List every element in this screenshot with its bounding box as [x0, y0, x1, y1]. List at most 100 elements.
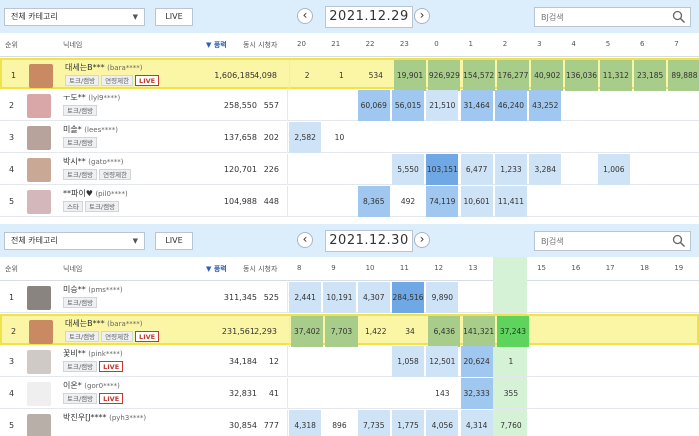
- bj-nickname[interactable]: 꽃비** (pink****): [63, 348, 123, 359]
- hour-cell: 1,233: [494, 154, 528, 185]
- table-row[interactable]: 1 미승** (pms****) 토크/캠방 311,345 525 2,441 10,19…: [0, 282, 699, 313]
- table-row[interactable]: 1 대세는B*** (bara****) 토크/캠방 연령제한 LIVE 1,606,18…: [0, 58, 699, 91]
- hour-cell: 103,151: [426, 154, 459, 185]
- category-dropdown[interactable]: 전체 카테고리 ▼: [4, 232, 145, 250]
- header-total-sort[interactable]: ▼ 풍력: [206, 40, 227, 50]
- hour-cell: 34: [405, 327, 415, 336]
- avatar[interactable]: [29, 64, 53, 88]
- hour-cell: [563, 346, 595, 377]
- search-icon[interactable]: [672, 10, 686, 24]
- chevron-right-icon: ›: [419, 232, 425, 246]
- category-tag: 토크/캠방: [65, 331, 100, 342]
- live-filter-button[interactable]: LIVE: [155, 232, 193, 250]
- table-row[interactable]: 5 박진우[J**** (pyh3****) 30,854 777 4,318 896 7,…: [0, 410, 699, 436]
- avatar[interactable]: [27, 414, 51, 436]
- table-row[interactable]: 2 대세는B*** (bara****) 토크/캠방 연령제한 LIVE 231,561 2…: [0, 314, 699, 347]
- bj-nickname[interactable]: 대세는B*** (bara****): [65, 318, 143, 329]
- avatar[interactable]: [27, 94, 51, 118]
- hourly-cells: 2,441 10,191 4,307 284,516 9,890: [287, 282, 699, 313]
- bj-id: (pms****): [88, 286, 123, 294]
- avatar[interactable]: [27, 286, 51, 310]
- rank-number: 2: [11, 327, 17, 336]
- bj-name: **파이♥: [63, 189, 93, 198]
- table-row[interactable]: 3 미솔* (lees****) 토크/캠방 137,658 202 2,582 10: [0, 122, 699, 153]
- hourly-cells: 2 1 534 19,901 926,929 154,572 176,277 40,902 13…: [289, 60, 699, 91]
- avatar[interactable]: [27, 158, 51, 182]
- bj-nickname[interactable]: ㅜ도** (lyl9****): [63, 92, 120, 103]
- hour-cell: 11,312: [599, 60, 632, 91]
- table-row[interactable]: 4 박시** (gato****) 토크/캠방 연령제한 120,701 226 5,550…: [0, 154, 699, 185]
- avatar[interactable]: [27, 126, 51, 150]
- hour-cell: 136,036: [565, 60, 598, 91]
- hourly-cells: 37,402 7,703 1,422 34 6,436 141,321 37,243: [289, 316, 699, 347]
- hour-cell: 60,069: [357, 90, 390, 121]
- bj-id: (gato****): [88, 158, 124, 166]
- hour-cell: [666, 346, 698, 377]
- rank-number: 4: [9, 165, 15, 174]
- hour-cell: 37,402: [291, 316, 324, 347]
- hour-cell: [426, 122, 458, 153]
- avatar[interactable]: [29, 320, 53, 344]
- header-total-sort[interactable]: ▼ 풍력: [206, 264, 227, 274]
- search-icon[interactable]: [672, 234, 686, 248]
- table-row[interactable]: 5 **파이♥ (pil0****) 스타 토크/캠방 104,988 448 8,365 4…: [0, 186, 699, 217]
- hour-cell: [598, 346, 630, 377]
- avatar[interactable]: [27, 382, 51, 406]
- total-value: 258,550: [223, 101, 257, 110]
- category-dropdown[interactable]: 전체 카테고리 ▼: [4, 8, 145, 26]
- live-badge[interactable]: LIVE: [135, 331, 160, 342]
- bj-nickname[interactable]: 이온* (gor0****): [63, 380, 120, 391]
- hour-cell: [358, 346, 390, 377]
- next-date-button[interactable]: ›: [414, 8, 430, 24]
- hour-cell: [563, 154, 595, 185]
- total-value: 30,854: [229, 421, 257, 430]
- bj-name: 이온*: [63, 381, 82, 390]
- tag-list: 토크/캠방 연령제한 LIVE: [65, 75, 161, 86]
- hour-cell: [392, 378, 424, 409]
- hour-cell: 4,056: [426, 410, 459, 436]
- hour-cell: 8,365: [357, 186, 390, 217]
- live-badge[interactable]: LIVE: [135, 75, 160, 86]
- category-tag: 토크/캠방: [65, 75, 100, 86]
- total-value: 120,701: [223, 165, 257, 174]
- hour-cell: [323, 90, 355, 121]
- live-badge[interactable]: LIVE: [99, 393, 124, 404]
- age-restricted-badge: 연령제한: [101, 75, 134, 86]
- hour-cell: 6,477: [460, 154, 493, 185]
- bj-nickname[interactable]: 박시** (gato****): [63, 156, 124, 167]
- avatar[interactable]: [27, 190, 51, 214]
- bj-nickname[interactable]: 미솔* (lees****): [63, 124, 118, 135]
- hour-cell: [632, 186, 664, 217]
- hour-cell: 1,006: [597, 154, 630, 185]
- table-row[interactable]: 2 ㅜ도** (lyl9****) 토크/캠방 258,550 557 60,069 56,…: [0, 90, 699, 121]
- ranking-panel-1230: 전체 카테고리 ▼ LIVE ‹ 2021.12.30 › 순위 닉네임 ▼ 풍력 동시 시청자 8…: [0, 224, 699, 436]
- hour-cell: 896: [332, 421, 347, 430]
- viewer-count: 2,293: [254, 327, 277, 336]
- next-date-button[interactable]: ›: [414, 232, 430, 248]
- hour-cell: 20,624: [460, 346, 493, 377]
- bj-id: (pyh3****): [109, 414, 147, 422]
- bj-nickname[interactable]: 박진우[J**** (pyh3****): [63, 412, 146, 423]
- bj-id: (lees****): [84, 126, 118, 134]
- live-badge[interactable]: LIVE: [99, 361, 124, 372]
- hour-cell: [563, 282, 595, 313]
- header-viewers: 동시 시청자: [243, 265, 278, 273]
- bj-search-input[interactable]: [541, 8, 661, 26]
- category-tag: 토크/캠방: [63, 137, 98, 148]
- hour-cell: [598, 90, 630, 121]
- bj-nickname[interactable]: 미승** (pms****): [63, 284, 123, 295]
- bj-nickname[interactable]: **파이♥ (pil0****): [63, 188, 128, 199]
- live-filter-button[interactable]: LIVE: [155, 8, 193, 26]
- table-row[interactable]: 3 꽃비** (pink****) 토크/캠방 LIVE 34,184 12 1,058 12…: [0, 346, 699, 377]
- bj-id: (bara****): [107, 320, 143, 328]
- bj-nickname[interactable]: 대세는B*** (bara****): [65, 62, 143, 73]
- prev-date-button[interactable]: ‹: [297, 232, 313, 248]
- hour-cell: 19,901: [393, 60, 427, 91]
- table-row[interactable]: 4 이온* (gor0****) 토크/캠방 LIVE 32,831 41 143 32,33…: [0, 378, 699, 409]
- prev-date-button[interactable]: ‹: [297, 8, 313, 24]
- hour-cell: 12,501: [426, 346, 459, 377]
- hour-cell: [529, 186, 561, 217]
- bj-search-input[interactable]: [541, 232, 661, 250]
- age-restricted-badge: 연령제한: [101, 331, 134, 342]
- avatar[interactable]: [27, 350, 51, 374]
